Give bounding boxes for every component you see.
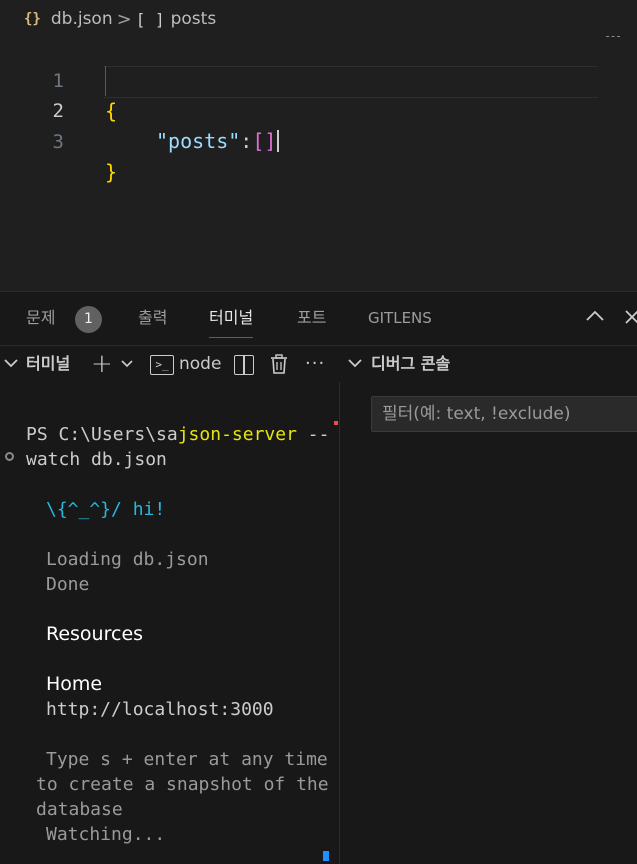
debug-filter-input[interactable] <box>371 396 637 432</box>
chevron-down-icon[interactable] <box>4 359 18 368</box>
text-cursor <box>277 130 280 152</box>
terminal-line: Watching... <box>46 824 166 845</box>
json-key: "posts" <box>156 129 241 153</box>
terminal-line: to create a snapshot of the <box>36 774 329 795</box>
json-value: [] <box>252 129 277 153</box>
code-line[interactable]: 1 { <box>0 36 600 123</box>
breadcrumb: {} db.json > [ ] posts <box>24 6 216 32</box>
tab-output[interactable]: 출력 <box>138 292 167 344</box>
terminal-link[interactable]: http://localhost:3000 <box>46 697 274 722</box>
breadcrumb-separator: > <box>116 8 132 30</box>
panel-toolbar: 터미널 + >_ node ··· 디버그 콘솔 <box>0 345 637 382</box>
tab-label: 포트 <box>297 308 327 327</box>
bottom-panel: 문제 1 출력 터미널 포트 GITLENS 터미널 + >_ node ···… <box>0 291 637 864</box>
terminal-line: PS C:\Users\sajson-server -- <box>26 422 329 447</box>
code-line[interactable]: 2 "posts":[] <box>0 66 600 153</box>
tab-label: 출력 <box>138 308 168 327</box>
terminal-heading: Resources <box>46 623 144 645</box>
terminal-line: Loading db.json <box>46 549 209 570</box>
json-colon: : <box>240 129 253 153</box>
chevron-up-icon[interactable] <box>586 310 604 322</box>
terminal-line: database <box>36 799 123 820</box>
split-terminal-icon[interactable] <box>234 355 254 375</box>
tab-gitlens[interactable]: GITLENS <box>368 292 432 344</box>
panel-tabs: 문제 1 출력 터미널 포트 GITLENS <box>0 292 637 344</box>
terminal-line: Done <box>46 574 90 595</box>
terminal-cursor <box>323 851 329 861</box>
add-terminal-icon[interactable]: + <box>91 346 113 382</box>
code-text: "posts":[] <box>156 126 280 156</box>
terminal-icon: >_ <box>150 355 174 375</box>
editor-area[interactable]: {} db.json > [ ] posts 1 { 2 "posts":[] … <box>0 0 637 290</box>
terminal-heading: Home <box>46 673 103 695</box>
debug-console-view[interactable] <box>340 382 637 864</box>
breadcrumb-file[interactable]: db.json <box>51 9 113 29</box>
chevron-down-icon[interactable] <box>121 360 133 368</box>
json-file-icon: {} <box>24 11 41 27</box>
line-number: 3 <box>52 131 64 153</box>
close-icon[interactable] <box>625 310 637 324</box>
overview-ruler-marker <box>334 421 338 425</box>
tab-terminal[interactable]: 터미널 <box>209 292 254 344</box>
terminal-line: \{^_^}/ hi! <box>46 499 166 520</box>
tab-ports[interactable]: 포트 <box>297 292 326 344</box>
terminal-line: watch db.json <box>26 449 167 470</box>
code-text: } <box>105 160 118 184</box>
more-actions-icon[interactable]: ··· <box>305 346 325 382</box>
minimap-indicator <box>606 36 620 39</box>
terminal-prompt: PS C:\Users\sa <box>26 424 178 445</box>
trash-icon[interactable] <box>270 354 288 374</box>
array-symbol-icon: [ ] <box>135 9 165 29</box>
terminal-section-title[interactable]: 터미널 <box>26 346 70 382</box>
tab-label: 문제 <box>26 308 56 327</box>
command-decoration-icon[interactable] <box>5 452 14 461</box>
chevron-down-icon[interactable] <box>348 359 362 368</box>
terminal-view[interactable]: PS C:\Users\sajson-server -- watch db.js… <box>0 382 338 864</box>
tab-label: 터미널 <box>209 308 254 327</box>
breadcrumb-symbol[interactable]: posts <box>171 9 217 29</box>
code-line[interactable]: 3 } <box>0 97 600 184</box>
tab-problems[interactable]: 문제 <box>26 292 55 344</box>
tab-label: GITLENS <box>368 309 432 327</box>
debug-console-title[interactable]: 디버그 콘솔 <box>371 346 450 382</box>
problems-count-badge: 1 <box>75 306 102 333</box>
terminal-line: Type s + enter at any time <box>46 749 328 770</box>
terminal-command: json-server <box>177 424 297 445</box>
terminal-shell-name[interactable]: node <box>179 346 221 382</box>
terminal-command-flag: -- <box>296 424 330 445</box>
